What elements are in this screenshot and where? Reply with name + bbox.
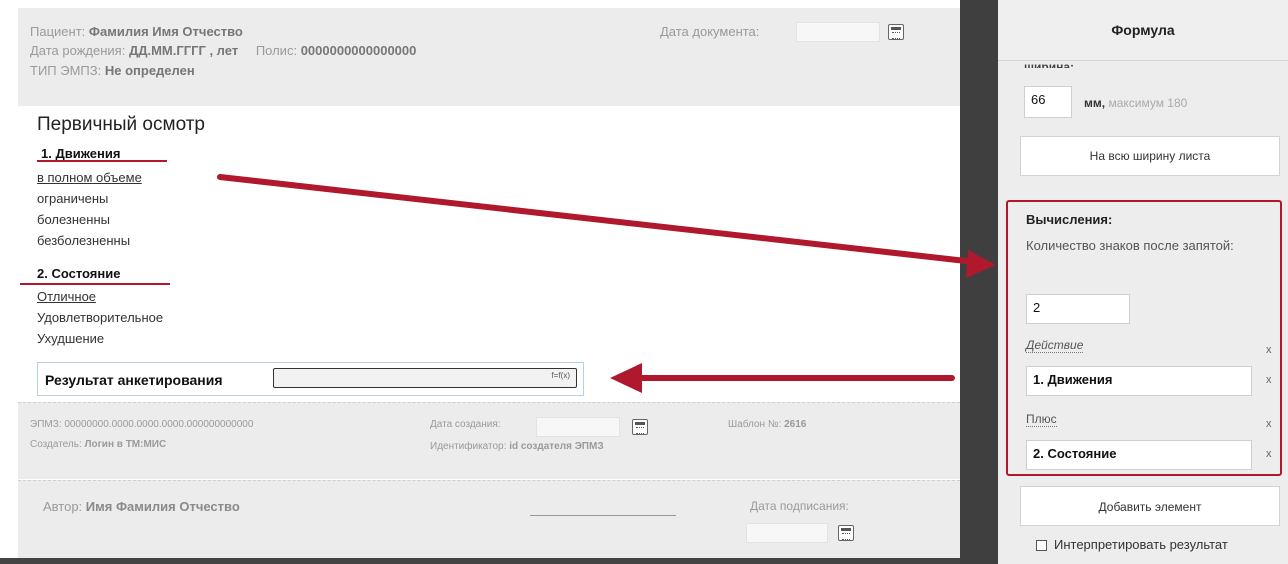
emz-label: ЭПМЗ: (30, 419, 62, 430)
signed-date-label: Дата подписания: (750, 499, 849, 513)
remove-plus-icon[interactable]: x (1266, 418, 1272, 430)
emz-line: ЭПМЗ: 00000000.0000.0000.0000.0000000000… (30, 419, 253, 430)
highlight-underline (20, 283, 170, 285)
interpret-label: Интерпретировать результат (1054, 537, 1228, 552)
document-meta: ЭПМЗ: 00000000.0000.0000.0000.0000000000… (18, 402, 960, 479)
bottom-bar (0, 558, 960, 564)
option-painful[interactable]: болезненны (37, 212, 110, 227)
document-editor: Пациент: Фамилия Имя Отчество Дата рожде… (0, 0, 1000, 564)
option-worsening[interactable]: Ухудшение (37, 331, 104, 346)
creator-value: Логин в ТМ:МИС (84, 439, 167, 450)
remove-operand-icon[interactable]: x (1266, 374, 1272, 386)
decimals-label: Количество знаков после запятой: (1026, 238, 1234, 253)
panel-divider (960, 0, 998, 564)
dob-label: Дата рождения: (30, 43, 126, 58)
created-date-label: Дата создания: (430, 419, 501, 430)
identifier-label: Идентификатор: (430, 441, 507, 452)
full-width-button[interactable]: На всю ширину листа (1020, 136, 1280, 176)
width-hint: мм, максимум 180 (1084, 96, 1187, 110)
plus-operand-input[interactable]: 2. Состояние (1026, 440, 1252, 470)
patient-label: Пациент: (30, 24, 86, 39)
calendar-icon[interactable] (632, 419, 648, 435)
panel-title: Формула (998, 0, 1288, 61)
patient-value: Фамилия Имя Отчество (88, 24, 243, 39)
width-label: ширина: (1024, 60, 1075, 68)
group-movements-title: 1. Движения (41, 146, 121, 161)
width-input[interactable]: 66 (1024, 86, 1072, 118)
identifier-value: id создателя ЭПМЗ (509, 441, 604, 452)
signature-area: Автор: Имя Фамилия Отчество Дата подписа… (18, 480, 960, 559)
remove-operand-icon[interactable]: x (1266, 448, 1272, 460)
group-condition-title: 2. Состояние (37, 266, 121, 281)
highlight-underline (37, 160, 167, 162)
formula-icon: f=f(x) (551, 371, 570, 380)
signature-line (530, 515, 676, 516)
document-header: Пациент: Фамилия Имя Отчество Дата рожде… (18, 8, 960, 106)
creator-line: Создатель: Логин в ТМ:МИС (30, 439, 166, 450)
emz-value: 00000000.0000.0000.0000.000000000000 (64, 419, 254, 430)
formula-properties-panel: Формула ширина: 66 мм, максимум 180 На в… (998, 0, 1288, 564)
width-max: максимум 180 (1108, 96, 1188, 110)
created-date-input[interactable] (536, 417, 620, 437)
section-title: Первичный осмотр (37, 114, 205, 135)
doc-date-input[interactable] (796, 22, 880, 42)
width-unit: мм, (1084, 96, 1106, 110)
identifier-line: Идентификатор: id создателя ЭПМЗ (430, 441, 604, 452)
template-value: 2616 (784, 419, 807, 430)
creator-label: Создатель: (30, 439, 82, 450)
action-label[interactable]: Действие (1026, 338, 1084, 353)
template-line: Шаблон №: 2616 (728, 419, 806, 430)
action-operand-input[interactable]: 1. Движения (1026, 366, 1252, 396)
add-element-button[interactable]: Добавить элемент (1020, 486, 1280, 526)
author-label: Автор: (43, 499, 83, 514)
result-label: Результат анкетирования (45, 372, 223, 388)
decimals-input[interactable]: 2 (1026, 294, 1130, 324)
option-limited[interactable]: ограничены (37, 191, 108, 206)
signed-date-input[interactable] (746, 523, 828, 543)
calculations-box: Вычисления: Количество знаков после запя… (1006, 200, 1282, 476)
result-formula-field[interactable]: f=f(x) (273, 368, 577, 388)
result-formula-element[interactable]: Результат анкетирования f=f(x) (37, 362, 584, 396)
calculations-title: Вычисления: (1026, 212, 1113, 227)
remove-action-icon[interactable]: x (1266, 344, 1272, 356)
option-painless[interactable]: безболезненны (37, 233, 130, 248)
author-line: Автор: Имя Фамилия Отчество (43, 499, 240, 514)
patient-line: Пациент: Фамилия Имя Отчество (30, 24, 243, 39)
type-line: ТИП ЭМПЗ: Не определен (30, 63, 195, 78)
dob-line: Дата рождения: ДД.ММ.ГГГГ , лет Полис: 0… (30, 43, 416, 58)
policy-value: 0000000000000000 (300, 43, 417, 58)
interpret-checkbox[interactable] (1036, 540, 1047, 551)
calendar-icon[interactable] (838, 525, 854, 541)
template-label: Шаблон №: (728, 419, 782, 430)
option-full-volume[interactable]: в полном объеме (37, 170, 142, 185)
option-excellent[interactable]: Отличное (37, 289, 96, 304)
option-satisfactory[interactable]: Удовлетворительное (37, 310, 163, 325)
policy-label: Полис: (255, 43, 298, 58)
calendar-icon[interactable] (888, 24, 904, 40)
plus-label[interactable]: Плюс (1026, 412, 1057, 427)
dob-value: ДД.ММ.ГГГГ , лет (128, 43, 239, 58)
doc-date-label: Дата документа: (660, 24, 760, 39)
type-label: ТИП ЭМПЗ: (30, 63, 102, 78)
type-value: Не определен (104, 63, 195, 78)
author-value: Имя Фамилия Отчество (85, 499, 240, 514)
